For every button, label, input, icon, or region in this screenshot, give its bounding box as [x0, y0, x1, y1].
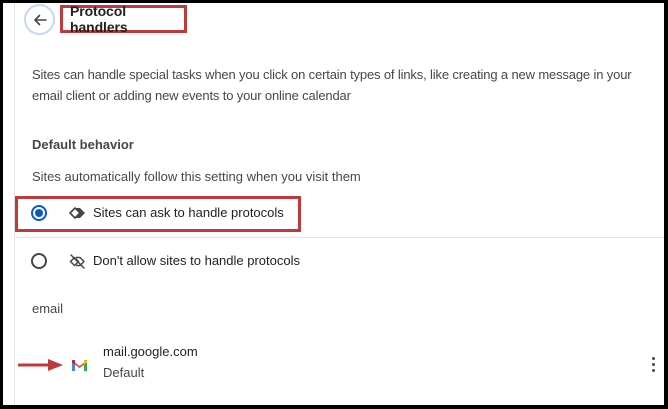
option-divider: [15, 237, 664, 238]
page-title-highlight: Protocol handlers: [60, 3, 187, 35]
handler-site-name: mail.google.com: [103, 344, 198, 359]
protocol-handler-icon: [69, 207, 85, 219]
page-title: Protocol handlers: [70, 3, 128, 35]
back-button[interactable]: [24, 4, 55, 35]
more-actions-button[interactable]: [646, 354, 660, 374]
page-description: Sites can handle special tasks when you …: [32, 67, 632, 103]
option-allow-label[interactable]: Sites can ask to handle protocols: [93, 205, 284, 220]
handler-group-label: email: [32, 301, 64, 316]
radio-allow-protocols[interactable]: [31, 205, 47, 221]
option-block-label[interactable]: Don't allow sites to handle protocols: [93, 253, 300, 268]
protocol-handler-off-icon: [69, 254, 85, 269]
arrow-back-icon: [33, 14, 47, 25]
radio-block-protocols[interactable]: [31, 253, 47, 269]
default-behavior-title: Default behavior: [32, 137, 134, 152]
default-behavior-subtitle: Sites automatically follow this setting …: [32, 169, 361, 184]
handler-site-status: Default: [103, 365, 145, 380]
settings-page: Protocol handlers Sites can handle speci…: [3, 3, 664, 405]
annotation-arrow-icon: [18, 359, 63, 371]
more-vert-icon: [651, 356, 655, 360]
gmail-icon: [72, 360, 87, 371]
